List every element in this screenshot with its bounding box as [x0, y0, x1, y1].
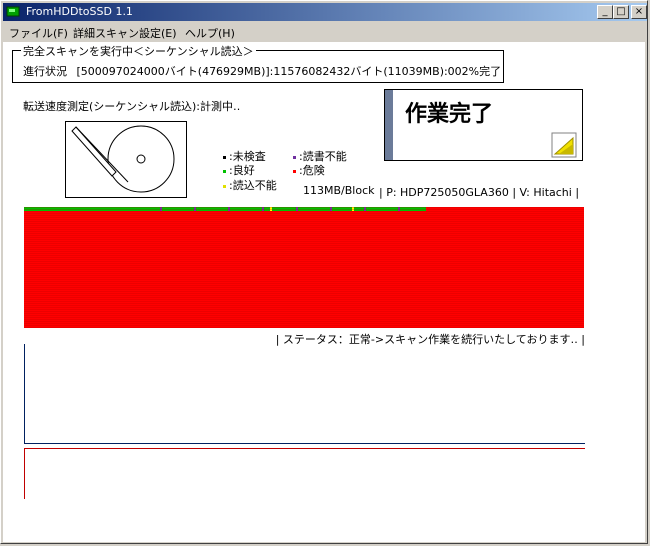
title-bar[interactable]: FromHDDtoSSD 1.1 _ □ × [3, 3, 647, 21]
legend-danger: :危険 [293, 162, 325, 178]
scan-progress-group: 完全スキャンを実行中＜シーケンシャル読込＞ 進行状況 [500097024000… [12, 43, 504, 83]
legend-good: :良好 [223, 162, 255, 178]
client-area: 完全スキャンを実行中＜シーケンシャル読込＞ 進行状況 [500097024000… [3, 42, 645, 542]
legend-dot [293, 169, 296, 173]
menu-help[interactable]: ヘルプ(H) [185, 25, 235, 41]
progress-line: 進行状況 [500097024000バイト(476929MB)]:1157608… [23, 63, 501, 79]
progress-label: 進行状況 [23, 65, 67, 78]
block-size: 113MB/Block [303, 184, 375, 197]
legend-dot [223, 169, 226, 173]
window-title: FromHDDtoSSD 1.1 [26, 5, 133, 18]
main-window: FromHDDtoSSD 1.1 _ □ × ファイル(F) 詳細スキャン設定(… [0, 0, 648, 544]
menu-scan-settings[interactable]: 詳細スキャン設定(E) [73, 25, 177, 41]
progress-text: [500097024000バイト(476929MB)]:11576082432バ… [76, 65, 502, 78]
transfer-speed-text: 転送速度測定(シーケンシャル読込):計測中‥ [23, 100, 241, 113]
legend-dot [223, 184, 226, 188]
scan-mode-label: 完全スキャンを実行中＜シーケンシャル読込＞ [21, 43, 256, 59]
menu-bar: ファイル(F) 詳細スキャン設定(E) ヘルプ(H) [3, 22, 647, 41]
close-button[interactable]: × [631, 5, 647, 19]
minimize-button[interactable]: _ [597, 5, 613, 19]
legend-dot [293, 155, 296, 159]
log-panel-error [24, 448, 585, 499]
note-icon [551, 132, 577, 158]
legend-read-failed: :読込不能 [223, 177, 277, 193]
work-complete-text: 作業完了 [405, 102, 494, 127]
menu-file[interactable]: ファイル(F) [9, 25, 68, 41]
app-icon [6, 6, 20, 17]
hdd-icon [65, 121, 187, 198]
maximize-button[interactable]: □ [613, 5, 629, 19]
work-complete-panel: 作業完了 [384, 89, 583, 161]
panel-accent-bar [385, 90, 393, 160]
drive-model: | P: HDP725050GLA360 | V: Hitachi | [379, 186, 580, 199]
sector-map [24, 207, 584, 328]
log-panel-primary [24, 344, 585, 444]
legend-dot [223, 155, 226, 159]
